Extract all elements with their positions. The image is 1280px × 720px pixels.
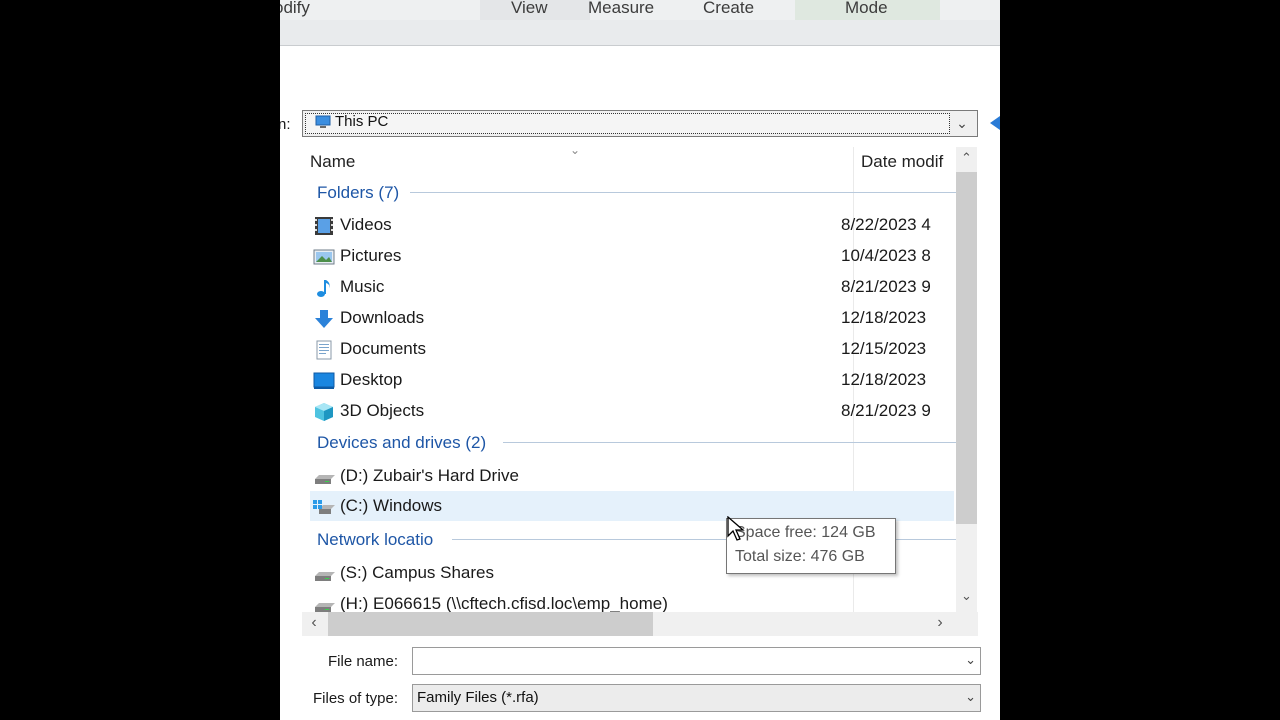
list-item[interactable]: Videos 8/22/2023 4: [310, 210, 954, 240]
horizontal-scroll-thumb[interactable]: [328, 612, 653, 636]
item-name: 3D Objects: [340, 401, 425, 420]
open-file-dialog: odify View Measure Create Mode n: This P…: [280, 0, 1000, 720]
file-name-label: File name:: [328, 653, 399, 670]
videos-folder-icon: [315, 217, 333, 235]
scroll-left-icon[interactable]: ‹: [306, 614, 322, 632]
group-divider: [503, 442, 956, 443]
item-name: (H:) E066615 (\\cftech.cfisd.loc\emp_hom…: [340, 594, 668, 613]
back-arrow-icon[interactable]: [990, 116, 1000, 130]
item-name: (D:) Zubair's Hard Drive: [340, 466, 519, 485]
tooltip-space-free: Space free: 124 GB: [735, 524, 876, 541]
desktop-folder-icon: [313, 372, 335, 389]
item-date: 8/21/2023 9: [841, 277, 931, 296]
3d-objects-folder-icon: [315, 403, 333, 421]
item-name: Desktop: [340, 370, 403, 389]
file-type-value: Family Files (*.rfa): [417, 689, 539, 706]
list-item[interactable]: (D:) Zubair's Hard Drive: [310, 461, 954, 491]
ribbon-tab-modify[interactable]: odify: [280, 0, 310, 21]
list-item[interactable]: Music 8/21/2023 9: [310, 272, 954, 302]
file-type-dropdown[interactable]: Family Files (*.rfa) ⌄: [412, 684, 981, 712]
drive-info-tooltip: Space free: 124 GB Total size: 476 GB: [726, 518, 896, 574]
list-item[interactable]: Desktop 12/18/2023: [310, 365, 954, 395]
item-name: Documents: [340, 339, 426, 358]
list-item[interactable]: 3D Objects 8/21/2023 9: [310, 396, 954, 426]
look-in-dropdown[interactable]: This PC ⌄: [302, 110, 978, 137]
item-date: 8/21/2023 9: [841, 401, 931, 420]
music-folder-icon: [317, 280, 330, 297]
item-date: 12/18/2023: [841, 370, 927, 389]
hard-drive-icon: [315, 475, 335, 484]
chevron-down-icon[interactable]: ⌄: [951, 113, 973, 134]
item-name: (S:) Campus Shares: [340, 563, 494, 582]
item-name: (C:) Windows: [340, 496, 443, 515]
list-item[interactable]: (H:) E066615 (\\cftech.cfisd.loc\emp_hom…: [310, 589, 954, 614]
mouse-cursor-icon: [727, 516, 745, 541]
scroll-right-icon[interactable]: ›: [932, 614, 948, 632]
item-date: 12/15/2023: [841, 339, 927, 358]
item-date: 10/4/2023 8: [841, 246, 931, 265]
documents-folder-icon: [316, 340, 332, 360]
ribbon-tab-create[interactable]: Create: [703, 0, 754, 21]
ribbon-panel: [280, 20, 1000, 45]
item-name: Downloads: [340, 308, 425, 327]
item-date: 8/22/2023 4: [841, 215, 931, 234]
group-header-devices[interactable]: Devices and drives (2): [317, 431, 486, 455]
ribbon-tab-view[interactable]: View: [511, 0, 548, 21]
look-in-focus: [305, 113, 950, 134]
downloads-folder-icon: [315, 310, 333, 328]
tooltip-total-size: Total size: 476 GB: [735, 548, 865, 565]
scroll-down-icon[interactable]: ⌄: [956, 588, 977, 604]
this-pc-icon: [315, 115, 331, 128]
column-header-name[interactable]: Name: [310, 147, 355, 177]
list-item[interactable]: Downloads 12/18/2023: [310, 303, 954, 333]
item-date: 12/18/2023: [841, 308, 927, 327]
column-header-date[interactable]: Date modif: [861, 147, 956, 177]
scroll-up-icon[interactable]: ⌃: [956, 150, 977, 166]
item-name: Pictures: [340, 246, 402, 265]
windows-drive-icon: [313, 500, 335, 514]
item-name: Music: [340, 277, 385, 296]
file-type-label: Files of type:: [313, 690, 399, 707]
file-name-field[interactable]: ⌄: [412, 647, 981, 675]
list-item[interactable]: Documents 12/15/2023: [310, 334, 954, 364]
group-divider: [410, 192, 956, 193]
pictures-folder-icon: [313, 249, 335, 265]
chevron-down-icon[interactable]: ⌄: [965, 689, 976, 705]
item-name: Videos: [340, 215, 392, 234]
sort-chevron-icon: ⌄: [570, 147, 581, 157]
ribbon-tab-measure[interactable]: Measure: [588, 0, 654, 21]
ribbon-bar: odify View Measure Create Mode: [280, 0, 1000, 46]
look-in-value: This PC: [335, 113, 389, 130]
network-drive-icon: [315, 572, 335, 581]
list-item[interactable]: Pictures 10/4/2023 8: [310, 241, 954, 271]
group-header-folders[interactable]: Folders (7): [317, 181, 399, 205]
chevron-down-icon[interactable]: ⌄: [965, 652, 976, 668]
list-item-selected[interactable]: (C:) Windows: [310, 491, 954, 521]
ribbon-tab-mode[interactable]: Mode: [845, 0, 888, 21]
group-header-network[interactable]: Network locatio: [317, 528, 433, 552]
vertical-scroll-thumb[interactable]: [956, 172, 977, 524]
look-in-label: n:: [280, 116, 291, 133]
